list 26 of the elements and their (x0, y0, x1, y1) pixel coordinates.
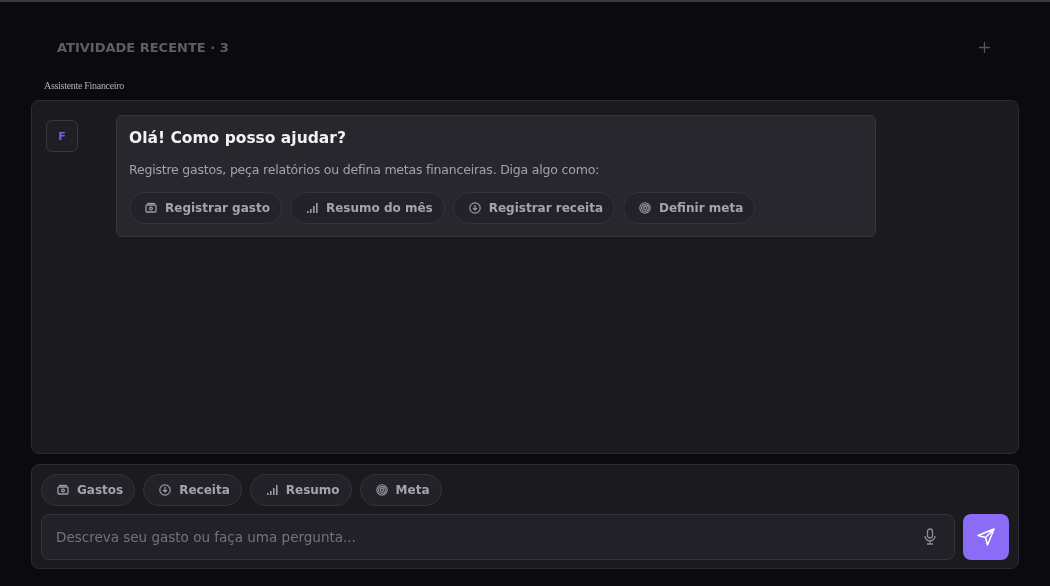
download-icon (159, 484, 172, 496)
send-icon (977, 528, 995, 546)
bar-chart-icon (305, 202, 318, 214)
message-title: Olá! Como posso ajudar? (129, 129, 347, 147)
cash-icon (145, 202, 157, 214)
download-icon (468, 202, 481, 214)
suggestion-chip[interactable]: Gastos (41, 474, 136, 506)
microphone-icon[interactable] (924, 528, 936, 545)
suggestion-chip[interactable]: Resumo (249, 474, 352, 506)
target-icon (639, 202, 651, 214)
plus-icon[interactable] (979, 41, 990, 53)
suggestion-chip[interactable]: Definir meta (623, 192, 756, 224)
suggestion-chip[interactable]: Resumo do mês (289, 192, 445, 224)
suggestion-chip[interactable]: Meta (359, 474, 442, 506)
message-field[interactable]: Descreva seu gasto ou faça uma pergunta... (41, 514, 955, 560)
avatar: F (46, 120, 78, 152)
suggestion-chip[interactable]: Registrar gasto (129, 192, 282, 224)
target-icon (375, 484, 388, 496)
suggestion-chip[interactable]: Registrar receita (452, 192, 615, 224)
cash-icon (57, 484, 69, 496)
message-text: Registre gastos, peça relatórios ou defina metas financeiras. Diga algo como: (129, 162, 601, 177)
send-button[interactable] (963, 514, 1009, 560)
section-title: ATIVIDADE RECENTE · 3 (57, 39, 229, 55)
bar-chart-icon (265, 484, 278, 496)
assistant-label: Assistente Financeiro (44, 80, 125, 91)
suggestion-chip[interactable]: Receita (143, 474, 242, 506)
